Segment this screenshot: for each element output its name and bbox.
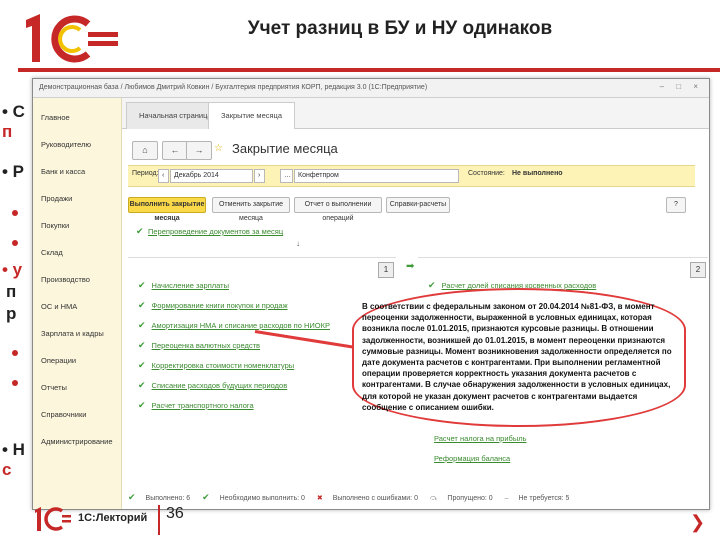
sidebar-item-bank[interactable]: Банк и касса <box>33 158 121 185</box>
operation-row[interactable]: ✔ Переоценка валютных средств <box>138 340 260 351</box>
window-title: Демонстрационная база / Любимов Дмитрий … <box>33 79 709 98</box>
reposting-link[interactable]: Перепроведение документов за месяц <box>148 227 283 236</box>
sidebar: Главное Руководителю Банк и касса Продаж… <box>33 98 122 509</box>
panel-number: 1 <box>378 262 394 278</box>
sidebar-item-manager[interactable]: Руководителю <box>33 131 121 158</box>
bullet-3: • у <box>2 260 23 279</box>
form-title: Закрытие месяца <box>232 141 338 156</box>
bullet-4: • Нс <box>2 440 25 479</box>
not-required-icon: – <box>504 495 509 502</box>
sidebar-item-main[interactable]: Главное <box>33 104 121 131</box>
tab-month-close[interactable]: Закрытие месяца <box>208 102 296 129</box>
check-icon: ✔ <box>138 340 146 350</box>
sub-bullet-dot <box>12 350 18 356</box>
sidebar-item-reports[interactable]: Отчеты <box>33 374 121 401</box>
legend-skipped: Пропущено: 0 <box>447 495 493 502</box>
legend-not-required: Не требуется: 5 <box>518 495 570 502</box>
operation-row[interactable]: ✔ Списание расходов будущих периодов <box>138 380 287 391</box>
status-label: Состояние: <box>468 170 505 177</box>
check-icon: ✔ <box>136 226 144 236</box>
back-arrow-icon[interactable]: ← <box>162 141 188 160</box>
operation-row[interactable]: Реформация баланса <box>434 454 510 463</box>
reposting-row[interactable]: ✔ Перепроведение документов за месяц <box>136 221 283 239</box>
bullet-3-line-3: р <box>6 304 17 323</box>
footer-brand: 1С:Лекторий <box>78 512 148 524</box>
sidebar-item-salary[interactable]: Зарплата и кадры <box>33 320 121 347</box>
calculation-reports-button[interactable]: Справки-расчеты <box>386 197 450 213</box>
callout-text: В соответствии с федеральным законом от … <box>362 302 672 412</box>
sub-bullet-dot <box>12 240 18 246</box>
sidebar-item-production[interactable]: Производство <box>33 266 121 293</box>
legend-done: Выполнено: 6 <box>145 495 191 502</box>
slide-title: Учет разниц в БУ и НУ одинаков <box>247 18 553 39</box>
legend-required: Необходимо выполнить: 0 <box>219 495 305 502</box>
home-icon[interactable]: ⌂ <box>132 141 158 160</box>
check-icon: ✔ <box>138 360 146 370</box>
skip-icon: ⤼ <box>429 495 438 502</box>
sidebar-item-directories[interactable]: Справочники <box>33 401 121 428</box>
page-number: 36 <box>166 505 184 522</box>
filter-bar: Период: ‹ Декабрь 2014 › … Конфетпром Со… <box>128 165 695 187</box>
next-slide-arrow-icon[interactable]: ❯ <box>690 512 705 533</box>
panel-number: 2 <box>690 262 706 278</box>
check-icon: ✔ <box>138 400 146 410</box>
cancel-close-month-button[interactable]: Отменить закрытие месяца <box>212 197 290 222</box>
window-controls[interactable]: – □ × <box>660 82 703 91</box>
1c-logo <box>26 14 118 63</box>
operation-row[interactable]: ✔ Расчет транспортного налога <box>138 400 254 411</box>
error-icon: ✖ <box>316 495 323 502</box>
operation-row[interactable]: ✔ Формирование книги покупок и продаж <box>138 300 288 311</box>
legend-errors: Выполнено с ошибками: 0 <box>332 495 418 502</box>
period-label: Период: <box>132 170 159 177</box>
check-icon: ✔ <box>428 280 436 290</box>
period-next-button[interactable]: › <box>254 169 265 183</box>
organization-select[interactable]: Конфетпром <box>294 169 459 183</box>
check-icon: ✔ <box>138 280 146 290</box>
operation-row[interactable]: Расчет налога на прибыль <box>434 434 527 443</box>
sidebar-item-purchases[interactable]: Покупки <box>33 212 121 239</box>
operation-row[interactable]: ✔ Амортизация НМА и списание расходов по … <box>138 320 330 331</box>
check-icon: ✔ <box>138 300 146 310</box>
run-close-month-button[interactable]: Выполнить закрытие месяца <box>128 197 206 222</box>
right-arrow-icon: ➡ <box>406 261 415 272</box>
operation-row[interactable]: ✔ Начисление зарплаты <box>138 280 229 291</box>
check-icon: ✔ <box>138 320 146 330</box>
status-legend: ✔ Выполнено: 6 ✔ Необходимо выполнить: 0 ✖… <box>128 492 579 503</box>
title-accent-bar <box>18 68 720 72</box>
forward-arrow-icon[interactable]: → <box>186 141 212 160</box>
operation-row[interactable]: ✔ Корректировка стоимости номенклатуры <box>138 360 294 371</box>
sidebar-item-sales[interactable]: Продажи <box>33 185 121 212</box>
period-menu-button[interactable]: … <box>280 169 293 183</box>
sidebar-item-operations[interactable]: Операции <box>33 347 121 374</box>
footer-separator <box>158 505 160 535</box>
status-value: Не выполнено <box>512 170 563 177</box>
favorite-star-icon[interactable]: ☆ <box>214 143 223 154</box>
bullet-2: • Р <box>2 162 25 181</box>
tab-bar: Начальная страница Закрытие месяца <box>122 98 709 129</box>
down-arrow-icon: ↓ <box>296 239 300 248</box>
sidebar-item-admin[interactable]: Администрирование <box>33 428 121 455</box>
operations-report-button[interactable]: Отчет о выполнении операций <box>294 197 382 222</box>
sub-bullet-dot <box>12 380 18 386</box>
period-input[interactable]: Декабрь 2014 <box>170 169 253 183</box>
help-button[interactable]: ? <box>666 197 686 213</box>
sidebar-item-warehouse[interactable]: Склад <box>33 239 121 266</box>
sub-bullet-dot <box>12 210 18 216</box>
check-icon: ✔ <box>128 492 136 502</box>
bullet-1: • Сп <box>2 102 25 141</box>
period-prev-button[interactable]: ‹ <box>158 169 169 183</box>
bullet-3-line-2: п <box>6 282 17 301</box>
sidebar-item-assets[interactable]: ОС и НМА <box>33 293 121 320</box>
1c-footer-logo <box>35 507 71 531</box>
check-icon: ✔ <box>138 380 146 390</box>
check-icon: ✔ <box>202 492 210 502</box>
